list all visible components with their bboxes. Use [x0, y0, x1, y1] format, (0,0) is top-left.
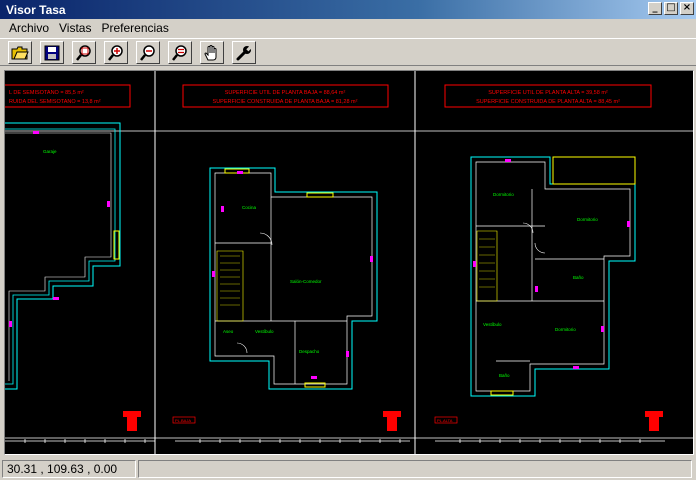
zoom-in-button[interactable]: [104, 41, 128, 64]
room-label: Cocina: [242, 205, 257, 210]
zoom-window-icon: [76, 44, 91, 61]
room-label: Vestíbulo: [255, 329, 274, 334]
menu-preferencias[interactable]: Preferencias: [96, 21, 173, 35]
dimension-markers: [9, 131, 630, 379]
stamp-marks: [123, 411, 663, 431]
save-icon: [44, 45, 60, 60]
status-bar: 30.31 , 109.63 , 0.00: [0, 457, 696, 480]
zoom-extents-icon: [172, 44, 187, 61]
maximize-button[interactable]: □: [664, 2, 678, 15]
room-label: Dormitorio: [577, 217, 598, 222]
sheet1-line1: L DE SEMISOTANO = 85,5 m²: [9, 90, 84, 96]
floor-plan-planta-alta: Dormitorio Dormitorio Baño Vestíbulo Dor…: [470, 156, 636, 397]
menu-bar: Archivo Vistas Preferencias: [0, 19, 696, 37]
sheet2-line1: SUPERFICIE UTIL DE PLANTA BAJA = 88,64 m…: [225, 90, 346, 96]
menu-archivo[interactable]: Archivo: [0, 21, 54, 35]
zoom-window-button[interactable]: [72, 41, 96, 64]
title-bar: Visor Tasa _ □ ×: [0, 0, 696, 19]
pan-hand-icon: [204, 44, 217, 60]
save-button[interactable]: [40, 41, 64, 64]
sheet2-tag: PL.BAJA: [175, 418, 191, 423]
status-info: [138, 460, 692, 478]
room-label: Aseo: [223, 329, 234, 334]
open-folder-icon: [11, 46, 29, 59]
room-label: Despacho: [299, 349, 320, 354]
zoom-extents-button[interactable]: [168, 41, 192, 64]
scale-bar: [5, 439, 665, 443]
room-label: Dormitorio: [493, 192, 514, 197]
toolbar: [0, 38, 696, 66]
drawing-canvas[interactable]: L DE SEMISOTANO = 85,5 m² RUIDA DEL SEMI…: [4, 70, 694, 455]
room-label: Dormitorio: [555, 327, 576, 332]
room-label: Garaje: [43, 149, 57, 154]
sheet3-line2: SUPERFICIE CONSTRUIDA DE PLANTA ALTA = 8…: [476, 99, 620, 105]
pan-button[interactable]: [200, 41, 224, 64]
sheet2-line2: SUPERFICIE CONSTRUIDA DE PLANTA BAJA = 8…: [213, 99, 358, 105]
room-label: Baño: [499, 373, 510, 378]
room-label: Salón-Comedor: [290, 279, 322, 284]
settings-wrench-icon: [236, 45, 252, 60]
floor-plan-semisotano: Garaje: [5, 122, 121, 390]
zoom-out-icon: [140, 44, 155, 61]
window-title: Visor Tasa: [6, 3, 66, 17]
open-button[interactable]: [8, 41, 32, 64]
close-button[interactable]: ×: [680, 2, 694, 15]
sheet3-tag: PL.ALTA: [437, 418, 453, 423]
settings-button[interactable]: [232, 41, 256, 64]
sheet1-line2: RUIDA DEL SEMISOTANO = 13,8 m²: [9, 99, 101, 105]
floor-plan-planta-baja: Cocina Salón-Comedor Aseo Vestíbulo Desp…: [209, 167, 378, 390]
room-label: Baño: [573, 275, 584, 280]
sheet3-line1: SUPERFICIE UTIL DE PLANTA ALTA = 39,58 m…: [488, 90, 608, 96]
minimize-button[interactable]: _: [648, 2, 662, 15]
menu-vistas[interactable]: Vistas: [54, 21, 96, 35]
zoom-in-icon: [108, 44, 123, 61]
zoom-out-button[interactable]: [136, 41, 160, 64]
coordinates-readout: 30.31 , 109.63 , 0.00: [2, 460, 136, 478]
room-label: Vestíbulo: [483, 322, 502, 327]
